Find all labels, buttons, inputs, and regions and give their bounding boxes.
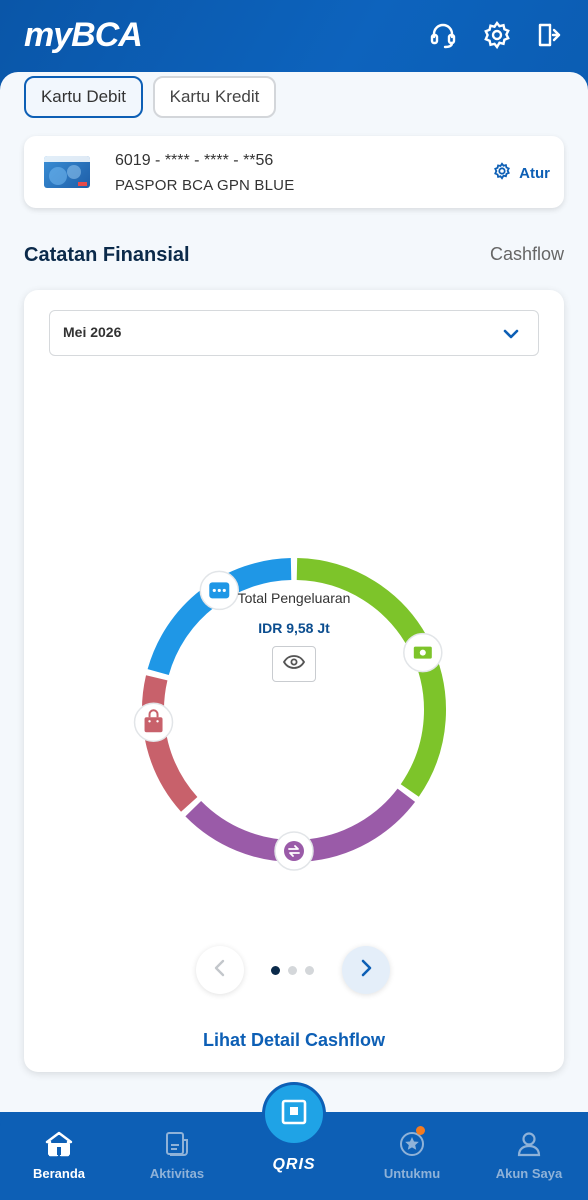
nav-aktivitas[interactable]: Aktivitas [127,1130,227,1181]
card-settings-button[interactable]: Atur [493,162,550,184]
card-name: PASPOR BCA GPN BLUE [115,177,295,194]
nav-beranda[interactable]: Beranda [9,1130,109,1181]
shopping-bag-icon[interactable] [133,702,174,743]
total-label: Total Pengeluaran [237,590,351,606]
previous-button[interactable] [196,946,244,994]
gear-icon [493,162,511,184]
nav-label: Untukmu [383,1166,441,1181]
money-icon[interactable] [403,632,443,673]
nav-label: Beranda [32,1166,86,1181]
home-icon [9,1130,109,1158]
debit-card-summary[interactable]: 6019 - **** - **** - **56 PASPOR BCA GPN… [24,136,564,208]
tab-kartu-debit[interactable]: Kartu Debit [24,76,143,118]
notification-badge [416,1126,425,1135]
nav-label: Aktivitas [149,1166,205,1181]
chevron-right-icon [359,958,373,983]
nav-label: Akun Saya [495,1166,563,1181]
gear-icon[interactable] [480,18,514,52]
transfer-icon[interactable] [274,831,314,871]
cashflow-chart-card: Mei 2026 Total Pengeluaran IDR 9,58 Jt L… [24,290,564,1072]
qris-scan-icon [280,1098,308,1131]
nav-untukmu[interactable]: Untukmu [362,1130,462,1181]
qris-label[interactable]: QRIS [268,1156,320,1174]
logout-icon[interactable] [532,18,566,52]
toggle-visibility-button[interactable] [272,646,316,682]
user-icon [479,1130,579,1158]
qris-scan-button[interactable] [262,1082,326,1146]
settings-label: Atur [519,164,550,182]
card-image [44,156,90,188]
nav-akun-saya[interactable]: Akun Saya [479,1130,579,1181]
page-indicator-dot [288,966,297,975]
page-indicator-dot [305,966,314,975]
cashflow-link[interactable]: Cashflow [490,244,564,265]
next-button[interactable] [342,946,390,994]
tab-kartu-kredit[interactable]: Kartu Kredit [153,76,276,118]
headset-icon[interactable] [426,18,460,52]
tab-label: Kartu Debit [40,87,127,106]
chevron-left-icon [213,958,227,983]
receipt-icon [127,1130,227,1158]
star-badge-icon [362,1130,462,1158]
eye-icon [282,654,306,674]
main-content: Kartu Debit Kartu Kredit 6019 - **** - *… [0,72,588,1112]
page-indicator-dot [271,966,280,975]
total-value: IDR 9,58 Jt [258,620,330,636]
detail-cashflow-link[interactable]: Lihat Detail Cashflow [24,1030,564,1051]
tab-label: Kartu Kredit [169,87,260,106]
mybca-logo: myBCA [24,16,143,54]
card-number: 6019 - **** - **** - **56 [115,152,274,169]
section-title: Catatan Finansial [24,244,190,266]
